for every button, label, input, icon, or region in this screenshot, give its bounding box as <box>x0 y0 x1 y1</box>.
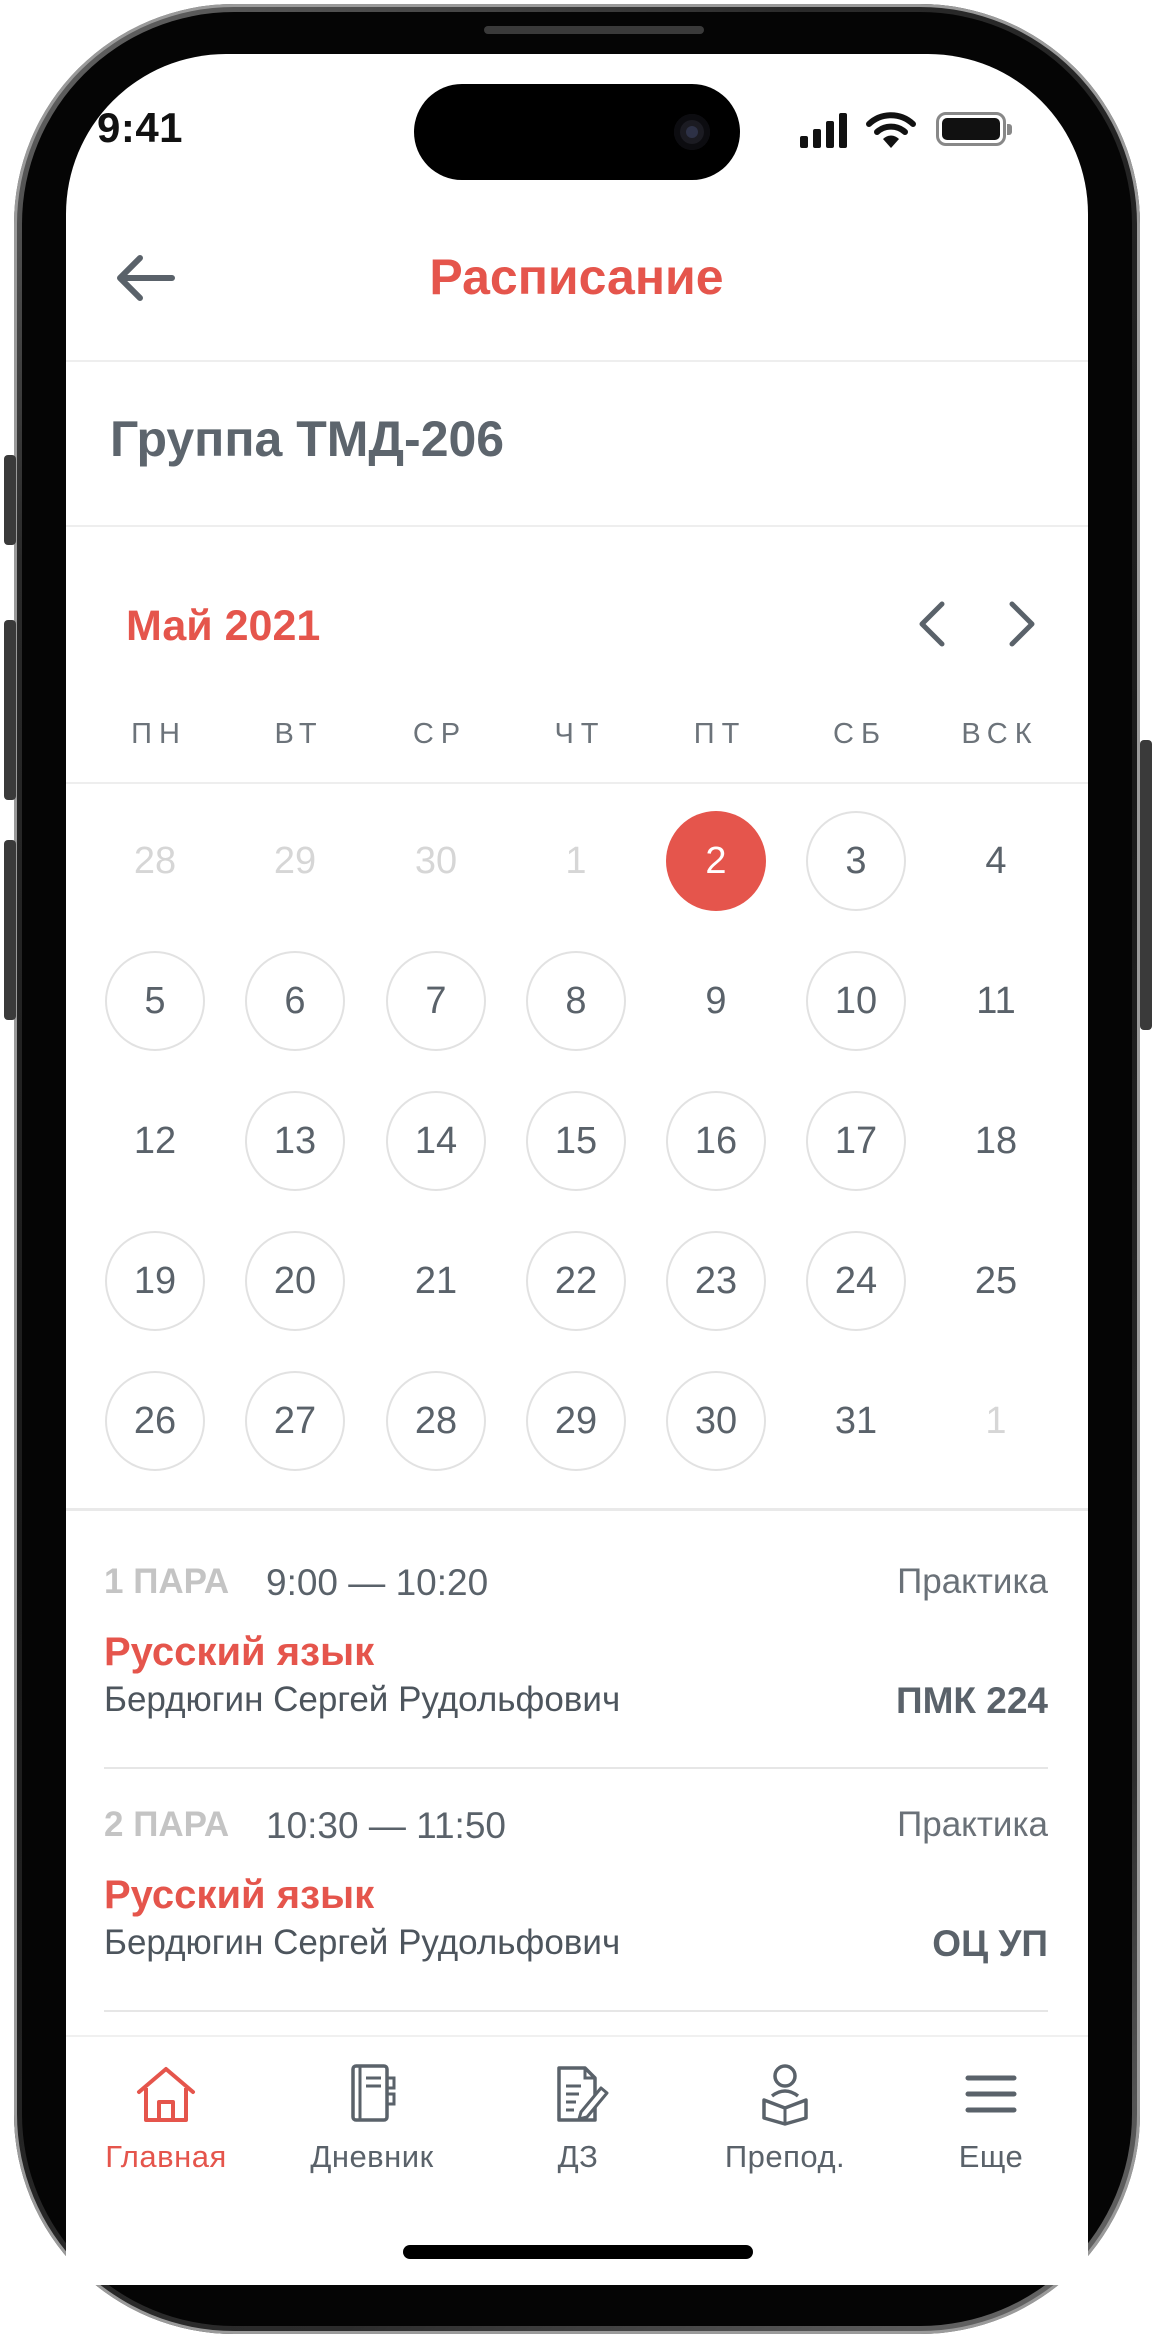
volume-up-button <box>4 620 16 800</box>
lesson-divider <box>104 1767 1048 1769</box>
calendar-day[interactable]: 12 <box>105 1091 205 1191</box>
lesson-card[interactable]: 2 ПАРА 10:30 — 11:50 Практика Русский язык Б… <box>104 1805 1048 1975</box>
weekday-label: ВТ <box>274 718 324 750</box>
tab-menu[interactable]: Еще <box>896 2062 1086 2182</box>
calendar-day[interactable]: 10 <box>806 951 906 1051</box>
signal-icon <box>800 112 850 148</box>
calendar-day[interactable]: 13 <box>245 1091 345 1191</box>
calendar-day[interactable]: 30 <box>666 1371 766 1471</box>
speaker-grille <box>484 26 704 34</box>
lesson-type: Практика <box>897 1562 1048 1601</box>
lesson-room: ОЦ УП <box>932 1923 1048 1964</box>
home-indicator <box>403 2245 753 2259</box>
weekday-label: СР <box>412 718 468 750</box>
lesson-time: 10:30 — 11:50 <box>266 1805 506 1846</box>
home-icon <box>131 2062 201 2131</box>
tab-label: Еще <box>958 2139 1024 2174</box>
chevron-left-icon <box>919 601 945 647</box>
status-time: 9:41 <box>96 104 184 151</box>
tab-home[interactable]: Главная <box>71 2062 261 2182</box>
next-month-button[interactable] <box>996 596 1046 652</box>
calendar-day[interactable]: 5 <box>105 951 205 1051</box>
weekday-label: ПН <box>131 718 187 750</box>
lesson-type: Практика <box>897 1805 1048 1844</box>
calendar-day[interactable]: 15 <box>526 1091 626 1191</box>
calendar-day[interactable]: 1 <box>946 1371 1046 1471</box>
calendar-day[interactable]: 31 <box>806 1371 906 1471</box>
calendar-day[interactable]: 23 <box>666 1231 766 1331</box>
calendar-day[interactable]: 9 <box>666 951 766 1051</box>
calendar-day[interactable]: 25 <box>946 1231 1046 1331</box>
tab-diary[interactable]: Дневник <box>277 2062 467 2182</box>
calendar-day[interactable]: 29 <box>245 811 345 911</box>
battery-icon <box>936 112 1012 146</box>
homework-icon <box>543 2062 613 2131</box>
tab-label: ДЗ <box>557 2139 599 2174</box>
weekday-label: ПТ <box>693 718 747 750</box>
calendar-day[interactable]: 17 <box>806 1091 906 1191</box>
calendar-day[interactable]: 29 <box>526 1371 626 1471</box>
calendar-day[interactable]: 30 <box>386 811 486 911</box>
calendar-day[interactable]: 3 <box>806 811 906 911</box>
weekday-divider <box>66 782 1088 784</box>
calendar-day[interactable]: 4 <box>946 811 1046 911</box>
calendar-day[interactable]: 26 <box>105 1371 205 1471</box>
calendar-day[interactable]: 21 <box>386 1231 486 1331</box>
calendar-day[interactable]: 1 <box>526 811 626 911</box>
tab-label: Препод. <box>724 2139 846 2174</box>
camera-icon <box>674 114 710 150</box>
teacher-icon <box>750 2062 820 2131</box>
dynamic-island <box>414 84 740 180</box>
lesson-subject: Русский язык <box>104 1873 375 1917</box>
calendar-day[interactable]: 7 <box>386 951 486 1051</box>
calendar-day[interactable]: 24 <box>806 1231 906 1331</box>
calendar-day[interactable]: 27 <box>245 1371 345 1471</box>
calendar-divider <box>66 1508 1088 1511</box>
lesson-teacher: Бердюгин Сергей Рудольфович <box>104 1680 621 1719</box>
group-title: Группа ТМД-206 <box>110 411 505 467</box>
calendar-day[interactable]: 19 <box>105 1231 205 1331</box>
month-label: Май 2021 <box>126 602 321 650</box>
lesson-time: 9:00 — 10:20 <box>266 1562 489 1603</box>
chevron-right-icon <box>1009 601 1035 647</box>
menu-icon <box>956 2062 1026 2131</box>
wifi-icon <box>866 112 916 148</box>
weekday-label: СБ <box>833 718 887 750</box>
calendar-day[interactable]: 18 <box>946 1091 1046 1191</box>
calendar-day[interactable]: 6 <box>245 951 345 1051</box>
tab-label: Дневник <box>310 2139 434 2174</box>
calendar-day-selected[interactable]: 2 <box>666 811 766 911</box>
calendar-day[interactable]: 11 <box>946 951 1046 1051</box>
calendar-day[interactable]: 28 <box>105 811 205 911</box>
tab-homework[interactable]: ДЗ <box>483 2062 673 2182</box>
calendar-day[interactable]: 8 <box>526 951 626 1051</box>
volume-down-button <box>4 840 16 1020</box>
group-divider <box>66 525 1088 527</box>
tab-label: Главная <box>105 2139 227 2174</box>
lesson-divider <box>104 2010 1048 2012</box>
lesson-number: 2 ПАРА <box>104 1805 230 1844</box>
calendar-day[interactable]: 22 <box>526 1231 626 1331</box>
lesson-number: 1 ПАРА <box>104 1562 230 1601</box>
power-button <box>1140 740 1152 1030</box>
tab-teacher[interactable]: Препод. <box>690 2062 880 2182</box>
calendar-day[interactable]: 14 <box>386 1091 486 1191</box>
header-divider <box>66 360 1088 362</box>
calendar-day[interactable]: 20 <box>245 1231 345 1331</box>
silent-switch <box>4 455 16 545</box>
weekday-label: ВСК <box>961 718 1039 750</box>
lesson-subject: Русский язык <box>104 1630 375 1674</box>
lesson-teacher: Бердюгин Сергей Рудольфович <box>104 1923 621 1962</box>
lesson-room: ПМК 224 <box>895 1680 1048 1721</box>
page-title: Расписание <box>429 249 724 305</box>
prev-month-button[interactable] <box>908 596 958 652</box>
diary-icon <box>337 2062 407 2131</box>
calendar-day[interactable]: 28 <box>386 1371 486 1471</box>
weekday-label: ЧТ <box>554 718 606 750</box>
lesson-card[interactable]: 1 ПАРА 9:00 — 10:20 Практика Русский язык Бе… <box>104 1562 1048 1732</box>
calendar-day[interactable]: 16 <box>666 1091 766 1191</box>
